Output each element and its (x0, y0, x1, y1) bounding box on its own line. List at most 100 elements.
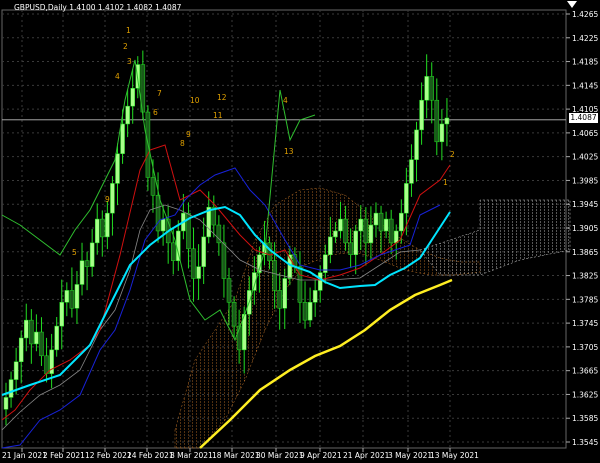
y-tick-label: 1.3545 (572, 438, 598, 447)
candle-body (282, 278, 287, 309)
symbol-info-label: GBPUSD,Daily 1.4100 1.4102 1.4082 1.4087 (14, 3, 182, 12)
candle-body (302, 302, 308, 321)
candle-body (191, 248, 196, 279)
candle-body (74, 284, 80, 309)
wave-label: 2 (123, 42, 128, 51)
wave-label: 4 (115, 72, 120, 81)
candle-body (34, 331, 39, 345)
y-tick-label: 1.3745 (572, 319, 598, 328)
collapse-icon[interactable] (566, 0, 578, 10)
wave-label: 7 (157, 89, 162, 98)
ichimoku-cloud-future (419, 199, 571, 276)
x-tick-label: 8 Mar 2021 (170, 451, 213, 460)
candle-body (353, 230, 358, 256)
y-tick-label: 1.3985 (572, 176, 598, 185)
y-tick-label: 1.3625 (572, 390, 598, 399)
candle-body (160, 218, 166, 232)
candle-body (368, 224, 374, 244)
candle-body (221, 242, 227, 279)
candle-body (125, 105, 130, 125)
candle-body (39, 331, 44, 357)
candle-body (338, 218, 343, 232)
candle-body (388, 218, 394, 244)
candle-body (44, 355, 49, 374)
y-tick-label: 1.3705 (572, 343, 598, 352)
x-tick-label: 12 Feb 2021 (85, 451, 132, 460)
y-tick-label: 1.3945 (572, 200, 598, 209)
candle-body (419, 99, 424, 131)
candle-body (307, 302, 313, 321)
candle-body (231, 302, 237, 327)
candle-body (89, 242, 95, 267)
candle-body (424, 76, 429, 101)
candle-body (110, 183, 115, 214)
candle-body (439, 123, 445, 143)
candle-body (8, 379, 14, 398)
candle-body (24, 319, 29, 339)
wave-label: 9 (105, 195, 110, 204)
wave-label: 10 (190, 96, 200, 105)
wave-label: 2 (450, 150, 455, 159)
wave-label: 11 (213, 111, 223, 120)
candle-body (171, 242, 176, 261)
candle-body (404, 183, 409, 214)
wave-label: 5 (72, 248, 77, 257)
y-tick-label: 1.4025 (572, 153, 598, 162)
candle-body (378, 212, 384, 232)
y-tick-label: 1.3905 (572, 224, 598, 233)
candle-body (383, 218, 389, 232)
candle-body (226, 278, 232, 303)
candle-body (105, 212, 110, 238)
candle-body (312, 290, 318, 303)
x-tick-label: 30 Mar 2021 (256, 451, 304, 460)
wave-label: 12 (217, 93, 227, 102)
candle-body (272, 260, 277, 291)
candle-body (277, 290, 282, 309)
candle-body (120, 123, 125, 154)
candle-body (100, 218, 105, 238)
wave-label: 3 (127, 57, 132, 66)
price-chart[interactable]: 1.42651.42251.41851.41451.41051.40651.40… (0, 0, 600, 463)
x-tick-label: 21 Apr 2021 (343, 451, 390, 460)
candle-body (399, 212, 404, 232)
candle-body (434, 99, 440, 143)
candle-body (29, 319, 34, 345)
candle-body (196, 266, 201, 279)
chart-window[interactable]: 1.4265 1.4225 1.4185 1.4145 1.4105 1.4065 1.40… (0, 0, 600, 463)
candle-body (348, 242, 353, 256)
candle-body (409, 159, 414, 184)
y-tick-label: 1.3865 (572, 248, 598, 257)
candle-body (394, 230, 399, 244)
wave-label: 6 (153, 108, 158, 117)
y-tick-label: 1.4225 (572, 34, 598, 43)
candle-body (363, 218, 369, 244)
x-tick-label: 2 Feb 2021 (43, 451, 85, 460)
candle-body (201, 236, 206, 267)
x-tick-label: 9 Apr 2021 (300, 451, 342, 460)
candle-body (343, 218, 348, 244)
candle-body (358, 218, 364, 232)
wave-label: 1 (443, 178, 448, 187)
x-tick-label: 3 May 2021 (388, 451, 432, 460)
y-tick-label: 1.4265 (572, 10, 598, 19)
candle-body (429, 76, 434, 101)
x-tick-label: 13 May 2021 (430, 451, 479, 460)
x-tick-label: 21 Jan 2021 (2, 451, 47, 460)
wave-label: 4 (283, 96, 288, 105)
candle-body (328, 236, 333, 256)
wave-label: 13 (284, 147, 294, 156)
y-tick-label: 1.4145 (572, 81, 598, 90)
candle-body (54, 325, 59, 351)
candle-body (84, 260, 90, 267)
y-tick-label: 1.3785 (572, 295, 598, 304)
candle-body (79, 260, 85, 285)
wave-label: 8 (180, 139, 185, 148)
candle-body (155, 195, 161, 232)
candle-body (59, 302, 64, 327)
candle-body (3, 397, 9, 410)
candle-body (317, 272, 323, 291)
wave-label: 1 (126, 26, 131, 35)
y-tick-label: 1.3665 (572, 367, 598, 376)
y-tick-label: 1.3585 (572, 414, 598, 423)
y-tick-label: 1.3825 (572, 272, 598, 281)
